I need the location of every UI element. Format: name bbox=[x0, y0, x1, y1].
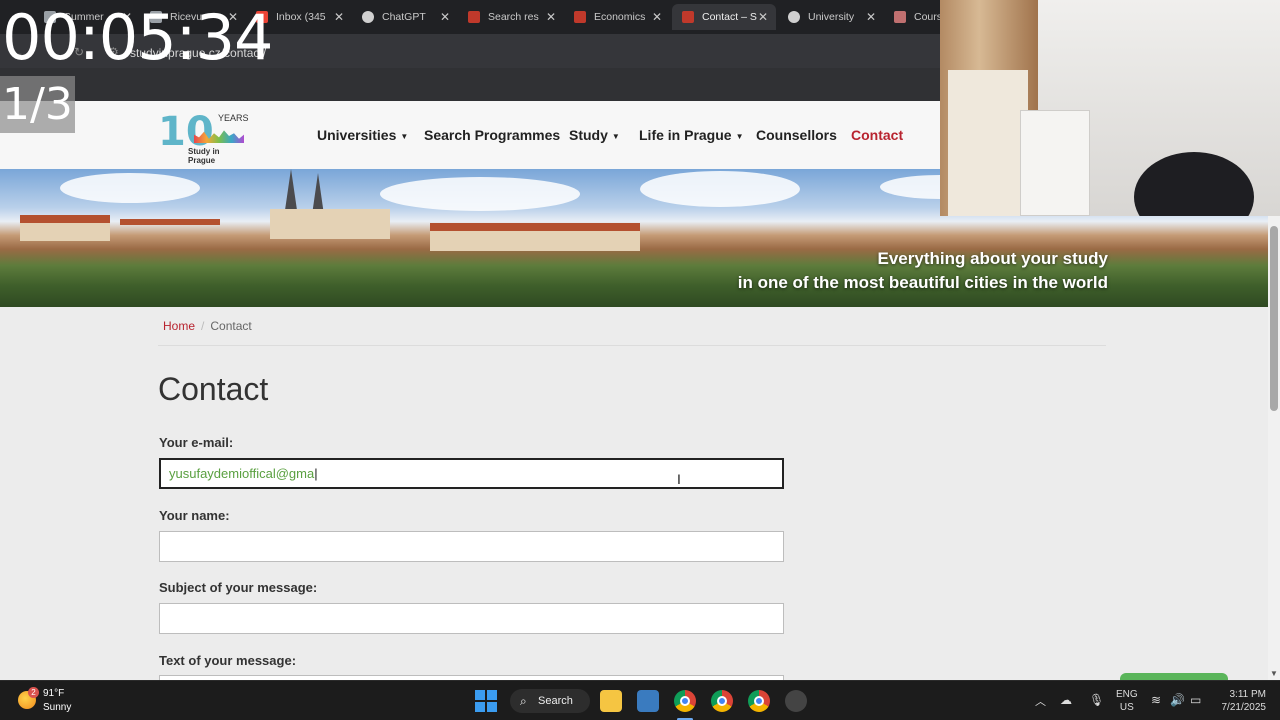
email-field[interactable]: yusufaydemioffical@gma| bbox=[159, 458, 784, 489]
step-counter: 1/3 bbox=[0, 76, 75, 133]
volume-icon[interactable]: 🔊 bbox=[1170, 693, 1185, 707]
file-explorer-icon[interactable] bbox=[600, 690, 622, 712]
taskbar-search-button[interactable]: ⌕ Search bbox=[510, 689, 590, 713]
site-logo[interactable]: 10 YEARS Study in Prague bbox=[158, 111, 249, 165]
site-header: 10 YEARS Study in Prague Universities ▼ S… bbox=[0, 101, 940, 169]
tab-close-icon[interactable]: ✕ bbox=[866, 10, 876, 24]
battery-icon[interactable]: ▭ bbox=[1190, 693, 1201, 707]
browser-tab[interactable]: ChatGPT ✕ bbox=[352, 4, 458, 30]
tab-close-icon[interactable]: ✕ bbox=[440, 10, 450, 24]
search-icon: ⌕ bbox=[520, 694, 527, 708]
browser-tab[interactable]: Economics ✕ bbox=[564, 4, 670, 30]
microphone-icon[interactable]: 🎙 bbox=[1089, 693, 1104, 707]
nav-counsellors[interactable]: Counsellors bbox=[756, 127, 837, 143]
tab-close-icon[interactable]: ✕ bbox=[758, 10, 768, 24]
language-indicator[interactable]: ENG US bbox=[1116, 688, 1138, 714]
tab-close-icon[interactable]: ✕ bbox=[546, 10, 556, 24]
browser-tab[interactable]: University ✕ bbox=[778, 4, 884, 30]
text-caret: | bbox=[314, 466, 318, 481]
nav-study[interactable]: Study ▼ bbox=[569, 127, 620, 143]
windows-taskbar: 2 91°F Sunny ⌕ Search ︿ ☁ 🎙 ENG US ≋ 🔊 ▭ 3… bbox=[0, 680, 1280, 720]
windows-start-icon[interactable] bbox=[475, 690, 497, 712]
breadcrumb: Home / Contact bbox=[163, 319, 252, 333]
chrome-icon[interactable] bbox=[674, 690, 696, 712]
nav-search-programmes[interactable]: Search Programmes bbox=[424, 127, 560, 143]
site-favicon-icon bbox=[468, 11, 480, 23]
nav-contact[interactable]: Contact bbox=[851, 127, 903, 143]
chrome-icon[interactable] bbox=[711, 690, 733, 712]
name-label: Your name: bbox=[159, 508, 230, 523]
subject-label: Subject of your message: bbox=[159, 580, 318, 595]
page-title: Contact bbox=[158, 371, 269, 407]
browser-tab-active[interactable]: Contact – S ✕ bbox=[672, 4, 776, 30]
site-favicon-icon bbox=[574, 11, 586, 23]
chevron-up-icon[interactable]: ︿ bbox=[1035, 693, 1046, 709]
scroll-thumb[interactable] bbox=[1270, 226, 1278, 411]
caret-down-icon: ▼ bbox=[400, 131, 409, 141]
browser-tab[interactable]: Search res ✕ bbox=[458, 4, 564, 30]
breadcrumb-current: Contact bbox=[210, 319, 252, 333]
name-field[interactable] bbox=[159, 531, 784, 562]
weather-badge: 2 bbox=[28, 687, 39, 698]
browser-tab[interactable]: Course bbox=[884, 4, 940, 30]
chrome-icon[interactable] bbox=[748, 690, 770, 712]
wifi-icon[interactable]: ≋ bbox=[1151, 693, 1161, 707]
app-icon[interactable] bbox=[637, 690, 659, 712]
system-clock[interactable]: 3:11 PM 7/21/2025 bbox=[1214, 688, 1267, 714]
caret-down-icon: ▼ bbox=[735, 131, 744, 141]
nav-universities[interactable]: Universities ▼ bbox=[317, 127, 408, 143]
message-label: Text of your message: bbox=[159, 653, 297, 668]
nav-life-in-prague[interactable]: Life in Prague ▼ bbox=[639, 127, 744, 143]
scroll-down-arrow-icon[interactable]: ▼ bbox=[1270, 669, 1278, 678]
page-scrollbar[interactable]: ▼ bbox=[1268, 216, 1280, 680]
caret-down-icon: ▼ bbox=[611, 131, 620, 141]
breadcrumb-home-link[interactable]: Home bbox=[163, 319, 195, 333]
tab-close-icon[interactable]: ✕ bbox=[652, 10, 662, 24]
weather-condition: Sunny bbox=[43, 702, 72, 713]
site-favicon-icon bbox=[682, 11, 694, 23]
chatgpt-icon bbox=[362, 11, 374, 23]
subject-field[interactable] bbox=[159, 603, 784, 634]
recording-timer: 00:05:34 bbox=[2, 1, 273, 74]
onedrive-icon[interactable]: ☁ bbox=[1060, 693, 1072, 707]
site-favicon-icon bbox=[894, 11, 906, 23]
weather-temperature: 91°F bbox=[43, 688, 65, 699]
main-content: Home / Contact Contact Your e-mail: yusufa… bbox=[0, 307, 1268, 683]
banner-tagline: Everything about your study in one of th… bbox=[737, 249, 1108, 292]
site-favicon-icon bbox=[788, 11, 800, 23]
divider bbox=[158, 345, 1106, 346]
tab-close-icon[interactable]: ✕ bbox=[334, 10, 344, 24]
webcam-overlay bbox=[940, 0, 1280, 216]
email-label: Your e-mail: bbox=[159, 435, 234, 450]
mouse-ibeam-cursor-icon: I bbox=[677, 471, 681, 487]
chatgpt-app-icon[interactable] bbox=[785, 690, 807, 712]
